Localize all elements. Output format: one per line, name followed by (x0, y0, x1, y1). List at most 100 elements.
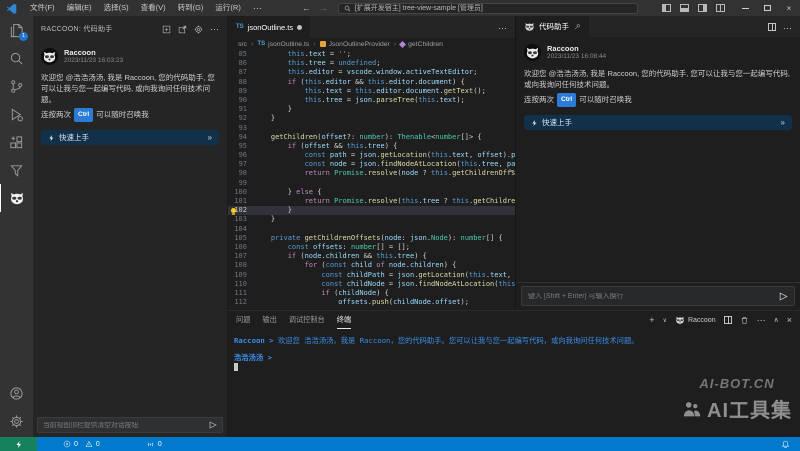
new-chat-icon[interactable] (162, 25, 171, 34)
tab-output[interactable]: 输出 (262, 311, 276, 329)
tab-code-assistant[interactable]: 代码助手 (516, 16, 589, 37)
code-line[interactable]: 91 } (228, 105, 515, 114)
close-button[interactable]: × (778, 0, 800, 16)
open-in-editor-icon[interactable] (178, 25, 187, 34)
problems-status[interactable]: 0 0 (63, 440, 100, 448)
code-text: if (this.editor && this.editor.document)… (254, 78, 465, 87)
code-line[interactable]: 86 this.tree = undefined; (228, 59, 515, 68)
tab-terminal[interactable]: 终端 (337, 311, 351, 329)
sidebar-more-icon[interactable] (210, 24, 219, 35)
code-line[interactable]: 87 this.editor = vscode.window.activeTex… (228, 68, 515, 77)
raccoon-view-icon[interactable] (0, 184, 33, 212)
code-editor[interactable]: 85 this.text = '';86 this.tree = undefin… (228, 50, 515, 310)
close-panel-icon[interactable] (787, 315, 792, 325)
sidebar-settings-icon[interactable] (194, 25, 203, 34)
notifications-bell-icon[interactable] (781, 440, 790, 449)
tab-problems[interactable]: 问题 (236, 311, 250, 329)
panel-more-actions-icon[interactable] (757, 315, 766, 326)
quickstart-chevron: » (781, 118, 785, 127)
sidebar-chat-input[interactable] (43, 422, 209, 429)
breadcrumb-file[interactable]: TS jsonOutline.ts (257, 41, 309, 48)
minimize-button[interactable] (734, 0, 756, 16)
assistant-send-icon[interactable] (779, 292, 788, 301)
code-line[interactable]: 101 return Promise.resolve(this.tree ? t… (228, 197, 515, 206)
code-line[interactable]: 93 (228, 124, 515, 133)
assistant-more-actions-icon[interactable] (783, 18, 792, 36)
sidebar-send-icon[interactable] (209, 421, 217, 429)
code-line[interactable]: 106 const offsets: number[] = []; (228, 243, 515, 252)
test-view-icon[interactable] (0, 156, 33, 184)
search-view-icon[interactable] (0, 44, 33, 72)
menu-selection[interactable]: 选择(S) (98, 0, 135, 16)
code-line[interactable]: 110 const childNode = json.findNodeAtLoc… (228, 280, 515, 289)
settings-gear-icon[interactable] (0, 407, 33, 435)
menu-edit[interactable]: 编辑(E) (61, 0, 98, 16)
code-line[interactable]: 98 return Promise.resolve(node ? this.ge… (228, 169, 515, 178)
code-line[interactable]: 97 const node = json.findNodeAtLocation(… (228, 160, 515, 169)
code-line[interactable]: 111 if (childNode) { (228, 289, 515, 298)
code-line[interactable]: 95 if (offset && this.tree) { (228, 142, 515, 151)
pin-icon[interactable] (573, 23, 581, 31)
broadcast-status[interactable]: 0 (146, 440, 162, 449)
terminal-profile[interactable]: Raccoon (675, 315, 716, 325)
maximize-panel-icon[interactable] (774, 316, 779, 324)
assistant-chat-input[interactable] (528, 293, 779, 300)
code-line[interactable]: 99 (228, 179, 515, 188)
breadcrumb-method[interactable]: getChildren (400, 41, 443, 48)
menu-goto[interactable]: 转到(G) (172, 0, 210, 16)
explorer-icon[interactable]: 1 (0, 16, 33, 44)
run-debug-icon[interactable] (0, 100, 33, 128)
code-line[interactable]: 103 } (228, 215, 515, 224)
assistant-chat-inputbox[interactable] (521, 286, 795, 306)
quickstart-button[interactable]: 快速上手 » (41, 130, 219, 145)
code-line[interactable]: 96 const path = json.getLocation(this.te… (228, 151, 515, 160)
code-line[interactable]: 104 (228, 225, 515, 234)
breadcrumb-separator: › (251, 41, 253, 48)
menu-file[interactable]: 文件(F) (24, 0, 61, 16)
code-line[interactable]: 107 if (node.children && this.tree) { (228, 252, 515, 261)
quickstart-button[interactable]: 快速上手 » (524, 115, 792, 130)
kill-terminal-icon[interactable] (740, 316, 749, 325)
code-line[interactable]: 102 } (228, 206, 515, 215)
split-editor-icon[interactable] (768, 23, 776, 31)
code-line[interactable]: 88 if (this.editor && this.editor.docume… (228, 78, 515, 87)
code-line[interactable]: 89 this.text = this.editor.document.getT… (228, 87, 515, 96)
modified-dot-icon[interactable] (297, 25, 302, 30)
code-line[interactable]: 94 getChildren(offset?: number): Thenabl… (228, 133, 515, 142)
source-control-icon[interactable] (0, 72, 33, 100)
editor-more-actions-icon[interactable] (498, 18, 507, 36)
terminal[interactable]: Raccoon > 欢迎您 浩浩汤汤，我是 Raccoon，您的代码助手。您可以… (228, 329, 800, 371)
code-line[interactable]: 105 private getChildrenOffsets(node: jso… (228, 234, 515, 243)
new-terminal-icon[interactable] (649, 315, 654, 325)
maximize-button[interactable] (756, 0, 778, 16)
command-center[interactable]: [扩展开发宿主] tree-view-sample [管理员] (338, 3, 638, 14)
warnings-count: 0 (96, 441, 100, 448)
remote-indicator[interactable] (0, 437, 37, 451)
toggle-sidebar-icon[interactable] (662, 4, 671, 12)
extensions-icon[interactable] (0, 128, 33, 156)
code-line[interactable]: 90 this.tree = json.parseTree(this.text)… (228, 96, 515, 105)
tab-debug-console[interactable]: 调试控制台 (289, 311, 325, 329)
code-line[interactable]: 92 } (228, 114, 515, 123)
toggle-panel-icon[interactable] (680, 4, 689, 12)
menu-overflow-icon[interactable] (247, 3, 268, 14)
menu-run[interactable]: 运行(R) (209, 0, 246, 16)
code-line[interactable]: 108 for (const child of node.children) { (228, 261, 515, 270)
toggle-secondary-sidebar-icon[interactable] (698, 4, 707, 12)
nav-back-icon[interactable]: ← (302, 3, 311, 13)
menu-view[interactable]: 查看(V) (135, 0, 172, 16)
code-line[interactable]: 85 this.text = ''; (228, 50, 515, 59)
sidebar-chat-inputbox[interactable] (37, 417, 223, 433)
customize-layout-icon[interactable] (716, 4, 725, 12)
code-line[interactable]: 109 const childPath = json.getLocation(t… (228, 271, 515, 280)
breadcrumb-src[interactable]: src (238, 41, 247, 48)
account-icon[interactable] (0, 379, 33, 407)
code-line[interactable]: 112 offsets.push(childNode.offset); (228, 298, 515, 307)
code-line[interactable]: 100 } else { (228, 188, 515, 197)
tab-jsonoutline[interactable]: TS jsonOutline.ts (228, 16, 310, 38)
breadcrumb-class[interactable]: JsonOutlineProvider (320, 41, 390, 48)
nav-forward-icon[interactable]: → (319, 3, 328, 13)
line-number: 108 (228, 261, 254, 270)
terminal-dropdown-icon[interactable] (663, 317, 667, 324)
split-terminal-icon[interactable] (724, 316, 732, 324)
